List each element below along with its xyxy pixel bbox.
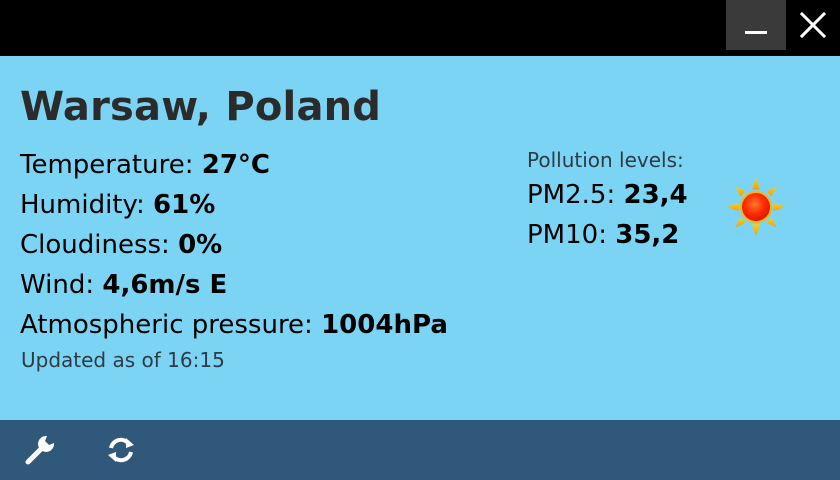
updated-timestamp: Updated as of 16:15 bbox=[21, 348, 225, 372]
refresh-icon bbox=[108, 437, 134, 463]
cloudiness-value: 0% bbox=[178, 230, 223, 260]
pressure-value: 1004hPa bbox=[321, 310, 448, 340]
temperature-value: 27°C bbox=[201, 150, 270, 180]
title-bar bbox=[0, 0, 840, 56]
weather-metrics: Temperature: 27°C Humidity: 61% Cloudine… bbox=[20, 148, 448, 348]
close-button[interactable] bbox=[786, 0, 840, 50]
settings-button[interactable] bbox=[22, 432, 58, 468]
weather-panel: Warsaw, Poland Temperature: 27°C Humidit… bbox=[0, 56, 840, 420]
temperature-label: Temperature: bbox=[20, 150, 202, 180]
wrench-icon bbox=[25, 435, 55, 465]
pollution-title: Pollution levels: bbox=[527, 148, 684, 172]
wind-row: Wind: 4,6m/s E bbox=[20, 268, 448, 308]
location-title: Warsaw, Poland bbox=[20, 84, 382, 130]
wind-value: 4,6m/s E bbox=[102, 270, 228, 300]
pm25-value: 23,4 bbox=[623, 180, 688, 210]
refresh-button[interactable] bbox=[103, 432, 139, 468]
pressure-row: Atmospheric pressure: 1004hPa bbox=[20, 308, 448, 348]
humidity-row: Humidity: 61% bbox=[20, 188, 448, 228]
bottom-toolbar bbox=[0, 420, 840, 480]
minimize-icon bbox=[745, 30, 767, 34]
wind-label: Wind: bbox=[20, 270, 103, 300]
pm10-label: PM10: bbox=[527, 220, 616, 250]
pm25-label: PM2.5: bbox=[527, 180, 624, 210]
minimize-button[interactable] bbox=[726, 0, 786, 50]
temperature-row: Temperature: 27°C bbox=[20, 148, 448, 188]
humidity-label: Humidity: bbox=[20, 190, 154, 220]
pressure-label: Atmospheric pressure: bbox=[20, 310, 322, 340]
cloudiness-label: Cloudiness: bbox=[20, 230, 179, 260]
pm25-row: PM2.5: 23,4 bbox=[527, 178, 688, 218]
pm10-value: 35,2 bbox=[615, 220, 680, 250]
cloudiness-row: Cloudiness: 0% bbox=[20, 228, 448, 268]
close-icon bbox=[800, 12, 826, 38]
pollution-panel: Pollution levels: PM2.5: 23,4 PM10: 35,2 bbox=[527, 148, 688, 258]
sun-icon bbox=[727, 178, 785, 236]
humidity-value: 61% bbox=[153, 190, 216, 220]
pm10-row: PM10: 35,2 bbox=[527, 218, 688, 258]
